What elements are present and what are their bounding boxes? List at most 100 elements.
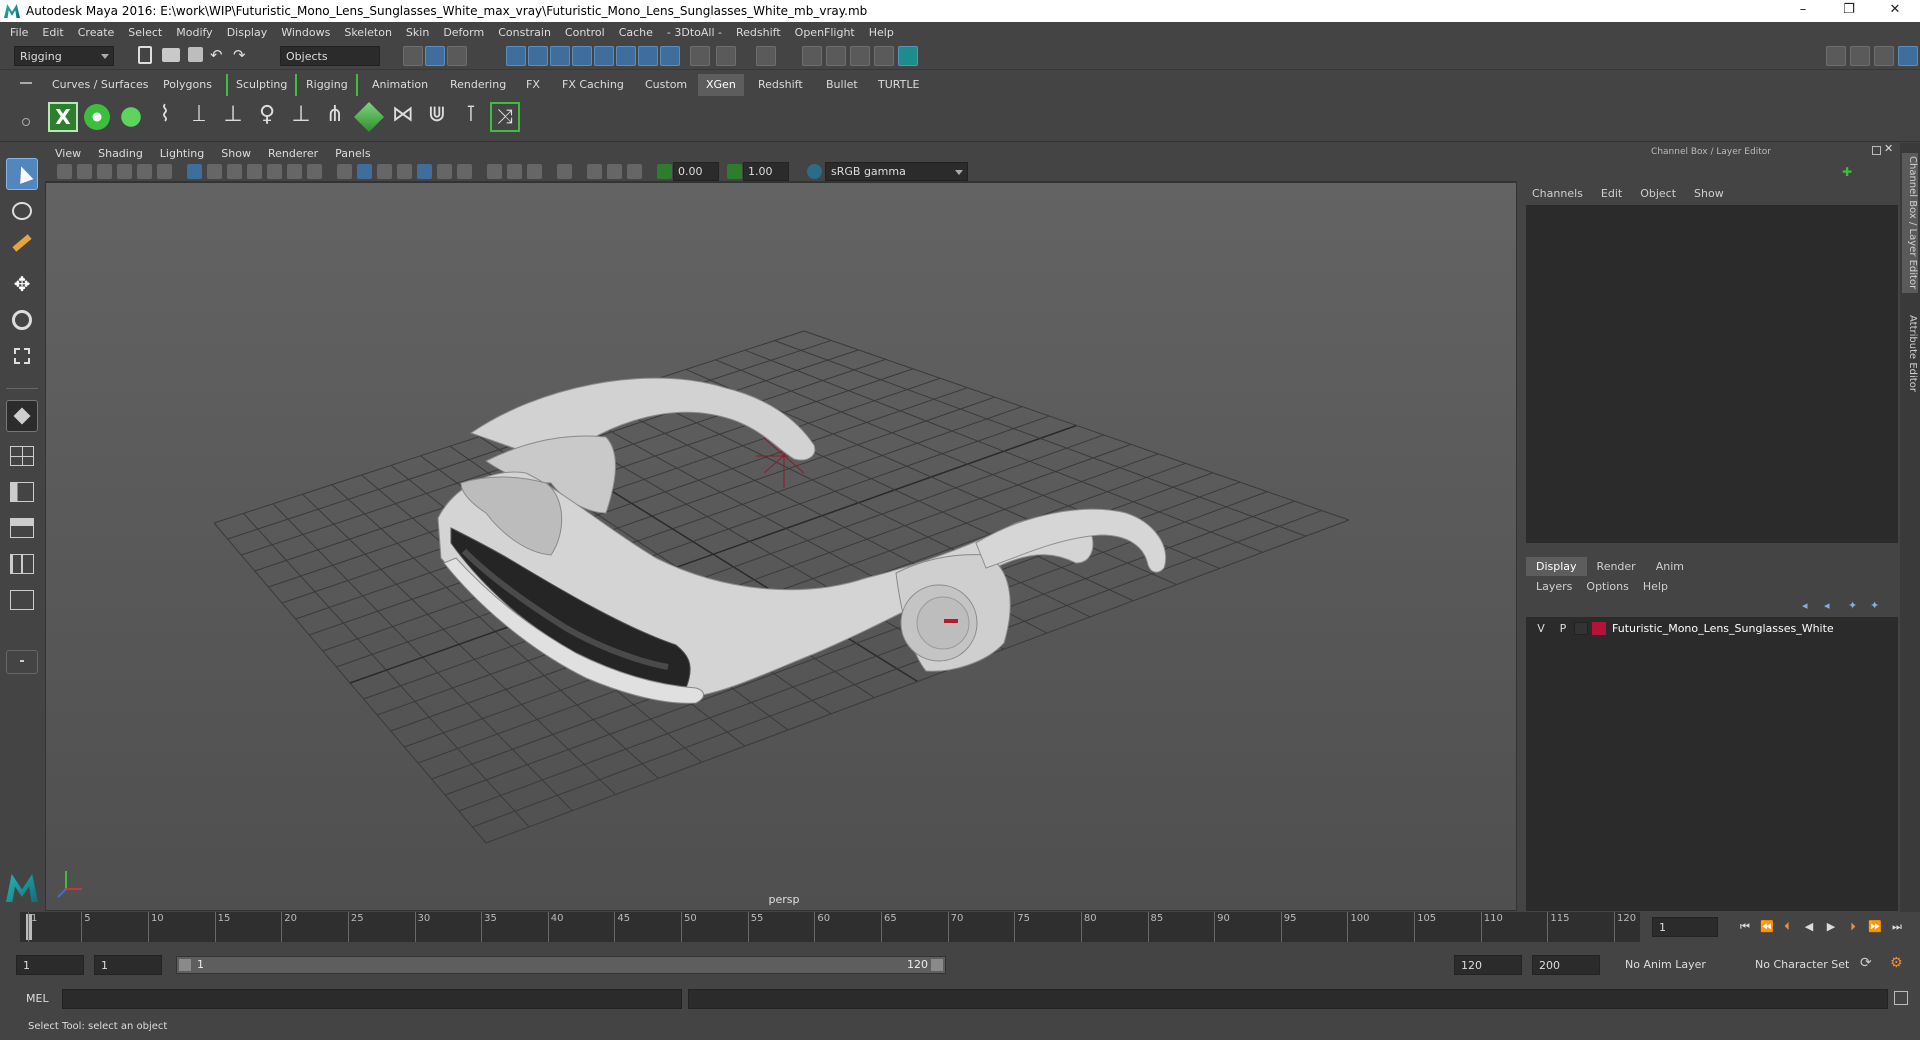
xgen-description-icon[interactable] bbox=[116, 102, 146, 132]
anti-aliasing-icon[interactable] bbox=[527, 164, 542, 179]
color-management-icon[interactable] bbox=[807, 164, 822, 179]
save-scene-icon[interactable] bbox=[188, 47, 203, 62]
snap-grid-icon[interactable] bbox=[506, 46, 526, 66]
lock-icon[interactable] bbox=[690, 46, 710, 66]
layer-tab-display[interactable]: Display bbox=[1526, 557, 1587, 576]
default-material-icon[interactable] bbox=[377, 164, 392, 179]
xgen-add-guide-icon[interactable]: ⌇ bbox=[150, 102, 180, 132]
xgen-preview-icon[interactable] bbox=[82, 102, 112, 132]
render-settings-icon[interactable] bbox=[874, 46, 894, 66]
hypershade-icon[interactable] bbox=[898, 46, 918, 66]
tool-settings-toggle-icon[interactable] bbox=[1874, 46, 1894, 66]
xgen-sculpt-icon[interactable]: ⋓ bbox=[422, 102, 452, 132]
x-ray-joints-icon[interactable] bbox=[627, 164, 642, 179]
shelf-tab-bullet[interactable]: Bullet bbox=[818, 74, 866, 96]
close-button[interactable]: ✕ bbox=[1872, 0, 1918, 22]
xgen-select-guide-icon[interactable]: ♀ bbox=[252, 102, 282, 132]
select-object-icon[interactable] bbox=[425, 46, 445, 66]
shelf-menu-icon[interactable] bbox=[20, 82, 32, 84]
render-view-icon[interactable] bbox=[802, 46, 822, 66]
selection-mode-dropdown[interactable]: Objects bbox=[280, 46, 380, 66]
layer-playback-toggle[interactable]: P bbox=[1556, 622, 1570, 635]
animation-preferences-icon[interactable]: ⚙ bbox=[1890, 955, 1903, 971]
help-query-icon[interactable] bbox=[660, 46, 680, 66]
rotate-tool-icon[interactable] bbox=[6, 304, 38, 336]
snap-curve-icon[interactable] bbox=[528, 46, 548, 66]
snap-plane-icon[interactable] bbox=[572, 46, 592, 66]
x-ray-icon[interactable] bbox=[587, 164, 602, 179]
menuset-dropdown[interactable]: Rigging bbox=[14, 46, 114, 66]
xgen-groom-icon[interactable] bbox=[354, 102, 384, 132]
menu-help[interactable]: Help bbox=[869, 26, 894, 39]
step-forward-frame-icon[interactable]: ⏵ bbox=[1846, 920, 1860, 934]
side-tab-attribute-editor[interactable]: Attribute Editor bbox=[1902, 303, 1918, 403]
open-scene-icon[interactable] bbox=[162, 48, 180, 62]
menu-display[interactable]: Display bbox=[227, 26, 268, 39]
menu-control[interactable]: Control bbox=[565, 26, 605, 39]
attribute-editor-toggle-icon[interactable] bbox=[1850, 46, 1870, 66]
panel-menu-shading[interactable]: Shading bbox=[98, 147, 143, 160]
input-ops-icon[interactable] bbox=[716, 46, 736, 66]
camera-select-icon[interactable] bbox=[57, 164, 72, 179]
xgen-cut-icon[interactable]: ⋈ bbox=[388, 102, 418, 132]
menu-create[interactable]: Create bbox=[78, 26, 115, 39]
panel-menu-renderer[interactable]: Renderer bbox=[268, 147, 318, 160]
snap-surface-icon[interactable] bbox=[594, 46, 614, 66]
snap-live-icon[interactable] bbox=[616, 46, 636, 66]
play-backwards-icon[interactable]: ◀ bbox=[1802, 920, 1816, 934]
menu-edit[interactable]: Edit bbox=[42, 26, 63, 39]
persp-outliner-layout-icon[interactable] bbox=[6, 478, 38, 506]
new-layer-icon[interactable]: ✦ bbox=[1848, 599, 1862, 612]
shelf-tab-rendering[interactable]: Rendering bbox=[442, 74, 514, 96]
menu-constrain[interactable]: Constrain bbox=[498, 26, 551, 39]
construction-history-icon[interactable] bbox=[756, 46, 776, 66]
menu-modify[interactable]: Modify bbox=[176, 26, 212, 39]
xgen-normalize-icon[interactable]: ⊺ bbox=[456, 102, 486, 132]
persp-hypershade-layout-icon[interactable] bbox=[6, 550, 38, 578]
film-gate-icon[interactable] bbox=[207, 164, 222, 179]
grid-toggle-icon[interactable] bbox=[187, 164, 202, 179]
layer-visibility-toggle[interactable]: V bbox=[1534, 622, 1548, 635]
shelf-tab-polygons[interactable]: Polygons bbox=[155, 74, 220, 96]
layout-menu-icon[interactable] bbox=[6, 650, 38, 674]
script-editor-icon[interactable] bbox=[1894, 991, 1908, 1005]
exposure-field[interactable]: 0.00 bbox=[673, 162, 719, 181]
shelf-tab-redshift[interactable]: Redshift bbox=[750, 74, 811, 96]
gamma-icon[interactable] bbox=[727, 164, 742, 179]
panel-menu-view[interactable]: View bbox=[55, 147, 81, 160]
safe-title-icon[interactable] bbox=[307, 164, 322, 179]
menu-redshift[interactable]: Redshift bbox=[736, 26, 781, 39]
step-back-frame-icon[interactable]: ⏴ bbox=[1780, 920, 1794, 934]
x-ray-active-icon[interactable] bbox=[607, 164, 622, 179]
panel-menu-lighting[interactable]: Lighting bbox=[160, 147, 204, 160]
perspective-viewport[interactable]: persp bbox=[45, 182, 1517, 911]
layer-menu-layers[interactable]: Layers bbox=[1536, 580, 1572, 593]
script-language-label[interactable]: MEL bbox=[26, 992, 49, 1005]
xgen-bend-icon[interactable]: ⋔ bbox=[320, 102, 350, 132]
gate-mask-icon[interactable] bbox=[247, 164, 262, 179]
lasso-tool-icon[interactable] bbox=[6, 196, 38, 228]
minimize-button[interactable]: – bbox=[1780, 0, 1826, 22]
redo-icon[interactable]: ↷ bbox=[233, 46, 246, 64]
snap-pivot-icon[interactable] bbox=[638, 46, 658, 66]
time-slider[interactable]: 1 5 10 15 20 25 30 35 40 45 50 55 60 65 70 75 80 85 90 95 10… bbox=[20, 912, 1640, 942]
shelf-tab-animation[interactable]: Animation bbox=[364, 74, 436, 96]
xgen-guides-to-curves-icon[interactable]: ⤨ bbox=[490, 102, 520, 132]
shelf-tab-fx[interactable]: FX bbox=[518, 74, 548, 96]
menu-file[interactable]: File bbox=[10, 26, 28, 39]
view-transform-dropdown[interactable]: sRGB gamma bbox=[825, 162, 968, 181]
playback-start-field[interactable]: 1 bbox=[94, 955, 162, 975]
anim-layer-dropdown[interactable]: No Anim Layer bbox=[1620, 955, 1742, 975]
select-component-icon[interactable] bbox=[447, 46, 467, 66]
move-layer-up-icon[interactable]: ◂ bbox=[1802, 599, 1816, 612]
wireframe-on-shaded-icon[interactable] bbox=[397, 164, 412, 179]
channel-menu-edit[interactable]: Edit bbox=[1601, 187, 1622, 200]
shelf-tab-turtle[interactable]: TURTLE bbox=[870, 74, 927, 96]
select-tool-icon[interactable] bbox=[6, 158, 38, 190]
channel-box-area[interactable] bbox=[1526, 205, 1898, 543]
outliner-layout-icon[interactable] bbox=[6, 586, 38, 614]
shelf-tab-fx-caching[interactable]: FX Caching bbox=[554, 74, 632, 96]
character-set-dropdown[interactable]: No Character Set bbox=[1750, 955, 1872, 975]
paint-select-tool-icon[interactable] bbox=[6, 232, 38, 264]
layer-menu-options[interactable]: Options bbox=[1586, 580, 1628, 593]
